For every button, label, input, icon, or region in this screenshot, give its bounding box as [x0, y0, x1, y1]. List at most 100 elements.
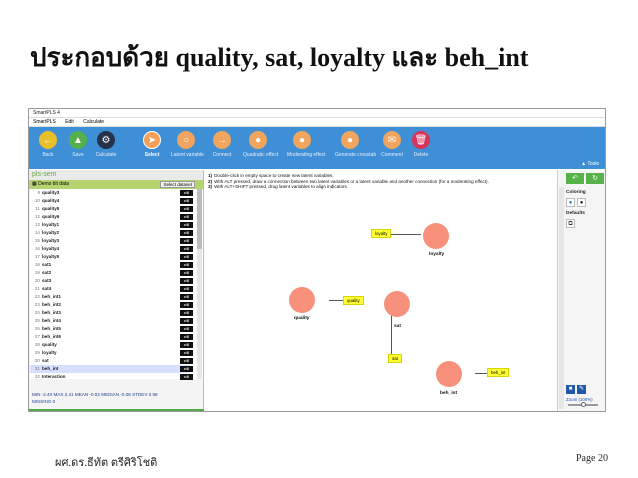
indicator-row[interactable]: 14 loyalty2 still: [30, 229, 193, 237]
delete-button[interactable]: 🗑 Delete: [406, 131, 436, 158]
redo-icon: ↻: [592, 175, 598, 182]
connect-button[interactable]: → Connect: [207, 131, 237, 158]
indicator-row[interactable]: 28 quality still: [30, 341, 193, 349]
moderating-effect-button[interactable]: ● Moderating effect: [287, 131, 326, 158]
comment-button[interactable]: ✉ Comment: [377, 131, 407, 158]
indicator-box-sat[interactable]: sat: [388, 354, 402, 363]
indicator-number: 25: [34, 318, 40, 323]
sat-indicator-line: [391, 312, 392, 354]
indicator-tag: still: [180, 254, 193, 260]
spreadsheet-icon: ▦: [32, 181, 37, 187]
indicator-row[interactable]: 22 beh_int1 still: [30, 293, 193, 301]
quadratic-effect-button[interactable]: ● Quadratic effect: [243, 131, 279, 158]
save-button[interactable]: ▲ Save: [63, 131, 93, 158]
indicator-scrollbar[interactable]: [197, 189, 202, 379]
latent-node-sat[interactable]: [384, 291, 410, 317]
indicator-tag: still: [180, 366, 193, 372]
zoom-label[interactable]: Zoom (100%): [566, 397, 593, 402]
indicator-number: 30: [34, 358, 40, 363]
indicator-box-beh-int[interactable]: beh_int: [487, 368, 510, 377]
tools-toggle[interactable]: ▲ Tools: [581, 161, 599, 167]
indicator-number: 17: [34, 254, 40, 259]
zoom-knob[interactable]: [581, 402, 586, 407]
indicator-row[interactable]: 30 sat still: [30, 357, 193, 365]
arrow-left-icon: ←: [39, 131, 57, 149]
indicator-box-loyalty[interactable]: loyalty: [371, 229, 392, 238]
indicator-row[interactable]: 24 beh_int3 still: [30, 309, 193, 317]
lock-icon[interactable]: ■: [566, 385, 575, 394]
indicator-row[interactable]: 25 beh_int4 still: [30, 317, 193, 325]
gear-icon: ⚙: [97, 131, 115, 149]
slide-page-number: Page 20: [576, 453, 608, 464]
indicator-tag: still: [180, 318, 193, 324]
indicator-row[interactable]: 10 quality4 still: [30, 197, 193, 205]
indicator-name: quality6: [42, 214, 60, 219]
dataset-row[interactable]: ▦ Demo tiit data Select dataset: [29, 180, 203, 189]
latent-variable-button[interactable]: ○ Latent variable: [171, 131, 204, 158]
stats-line: MIN -2.40 MAX 2.41 MEAN -0.02 MEDIAN -0.…: [32, 392, 158, 397]
indicator-row[interactable]: 20 sat3 still: [30, 277, 193, 285]
indicator-row[interactable]: 9 quality3 still: [30, 189, 193, 197]
line-color-icon[interactable]: ●: [577, 198, 586, 207]
indicator-row[interactable]: 19 sat2 still: [30, 269, 193, 277]
indicator-row[interactable]: 21 sat4 still: [30, 285, 193, 293]
undo-button[interactable]: ↶: [566, 173, 584, 184]
indicator-name: loyalty3: [42, 238, 60, 243]
select-label: Select: [144, 152, 160, 158]
indicator-row[interactable]: 31 beh_int still: [30, 365, 193, 373]
indicator-row[interactable]: 27 beh_int6 still: [30, 333, 193, 341]
indicator-name: Interaction: [42, 374, 66, 379]
indicator-name: sat2: [42, 270, 52, 275]
indicator-row[interactable]: 17 loyalty5 still: [30, 253, 193, 261]
crosstab-button[interactable]: ● Generate crosstab: [335, 131, 377, 158]
person-icon: ●: [293, 131, 311, 149]
indicator-row[interactable]: 11 quality5 still: [30, 205, 193, 213]
pen-icon[interactable]: ✎: [577, 385, 586, 394]
back-button[interactable]: ← Back: [33, 131, 63, 158]
latent-label-beh-int: beh_int: [440, 391, 458, 396]
indicator-box-quality[interactable]: quality: [343, 296, 364, 305]
indicator-row[interactable]: 18 sat1 still: [30, 261, 193, 269]
menu-edit[interactable]: Edit: [65, 119, 74, 125]
indicator-tag: still: [180, 270, 193, 276]
indicator-number: 16: [34, 246, 40, 251]
indicator-row[interactable]: 15 loyalty3 still: [30, 237, 193, 245]
latent-node-beh-int[interactable]: [436, 361, 462, 387]
indicator-row[interactable]: 32 Interaction still: [30, 373, 193, 381]
quadratic-effect-label: Quadratic effect: [243, 152, 279, 158]
cursor-icon: ➤: [143, 131, 161, 149]
indicator-row[interactable]: 13 loyalty1 still: [30, 221, 193, 229]
indicator-name: loyalty5: [42, 254, 60, 259]
redo-button[interactable]: ↻: [586, 173, 604, 184]
indicator-name: loyalty2: [42, 230, 60, 235]
slide-title: ประกอบด้วย quality, sat, loyalty และ beh…: [30, 43, 529, 72]
defaults-icon[interactable]: ⧉: [566, 219, 575, 228]
menu-calculate[interactable]: Calculate: [83, 119, 104, 125]
select-dataset-button[interactable]: Select dataset: [160, 181, 195, 188]
menu-smartpls[interactable]: SmartPLS: [33, 119, 56, 125]
comment-icon: ✉: [383, 131, 401, 149]
right-scrollbar[interactable]: [559, 187, 564, 409]
select-button[interactable]: ➤ Select: [137, 131, 167, 158]
fill-color-icon[interactable]: ●: [566, 198, 575, 207]
arrow-right-icon: →: [213, 131, 231, 149]
latent-node-quality[interactable]: [289, 287, 315, 313]
crosstab-label: Generate crosstab: [335, 152, 377, 158]
main-toolbar: ← Back ▲ Save ⚙ Calculate ➤ Select ○ Lat…: [29, 127, 605, 169]
indicator-tag: still: [180, 262, 193, 268]
indicator-row[interactable]: 23 beh_int2 still: [30, 301, 193, 309]
person-icon: ●: [249, 131, 267, 149]
undo-icon: ↶: [572, 175, 578, 182]
model-canvas[interactable]: 1) Double-click in empty space to create …: [205, 170, 557, 411]
indicator-row[interactable]: 16 loyalty4 still: [30, 245, 193, 253]
indicator-row[interactable]: 29 loyalty still: [30, 349, 193, 357]
indicator-row[interactable]: 12 quality6 still: [30, 213, 193, 221]
indicator-name: quality5: [42, 206, 60, 211]
window-title: SmartPLS 4: [29, 109, 605, 118]
calculate-button[interactable]: ⚙ Calculate: [91, 131, 121, 158]
cloud-upload-icon: ▲: [69, 131, 87, 149]
zoom-slider[interactable]: [568, 402, 598, 407]
latent-node-loyalty[interactable]: [423, 223, 449, 249]
indicator-number: 32: [34, 374, 40, 379]
indicator-row[interactable]: 26 beh_int5 still: [30, 325, 193, 333]
